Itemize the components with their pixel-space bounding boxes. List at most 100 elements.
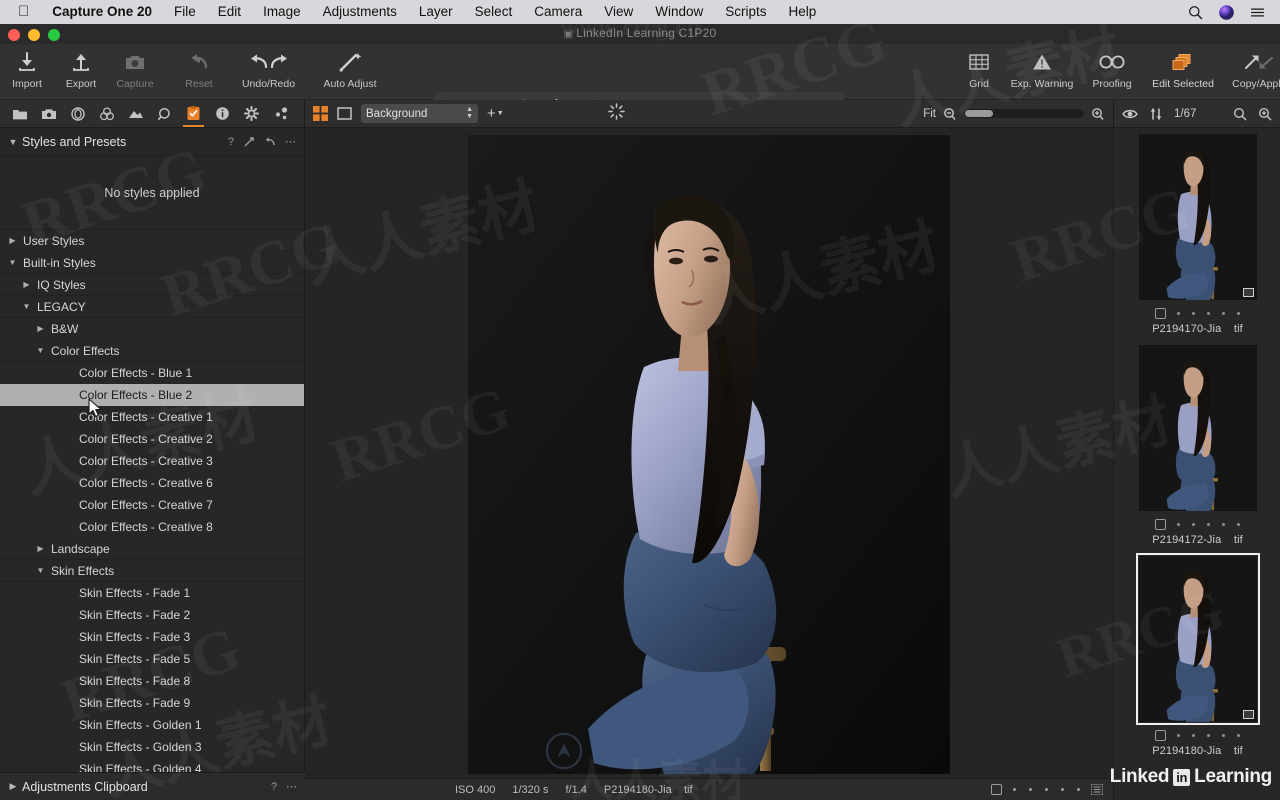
- chevron-right-icon[interactable]: ▶: [34, 544, 47, 553]
- chevron-right-icon[interactable]: ▶: [20, 280, 33, 289]
- chevron-down-icon[interactable]: ▼: [34, 566, 47, 575]
- multi-view-icon[interactable]: [313, 106, 328, 121]
- styles-tree-item[interactable]: Color Effects - Creative 1: [0, 406, 304, 428]
- menu-item-edit[interactable]: Edit: [207, 0, 252, 24]
- tab-output[interactable]: [267, 101, 294, 127]
- thumbnail-select-checkbox[interactable]: [1155, 308, 1166, 319]
- styles-tree-group[interactable]: ▼ Built-in Styles: [0, 252, 304, 274]
- adjustments-clipboard-panel[interactable]: ▶ Adjustments Clipboard ? ⋯: [0, 772, 305, 800]
- styles-tree-item[interactable]: Skin Effects - Fade 2: [0, 604, 304, 626]
- control-center-icon[interactable]: [1249, 4, 1266, 21]
- chevron-right-icon[interactable]: ▶: [34, 324, 47, 333]
- reset-button[interactable]: Reset: [172, 44, 226, 96]
- edit-selected-button[interactable]: Edit Selected: [1143, 44, 1223, 96]
- styles-tree-item[interactable]: Color Effects - Creative 8: [0, 516, 304, 538]
- thumbnail-image[interactable]: [1135, 553, 1260, 725]
- tab-styles-presets[interactable]: [180, 101, 207, 127]
- tab-exposure[interactable]: [122, 101, 149, 127]
- chevron-down-icon[interactable]: ▼: [20, 302, 33, 311]
- capture-button[interactable]: Capture: [108, 44, 162, 96]
- import-button[interactable]: Import: [0, 44, 54, 96]
- thumbnail-rating-dots[interactable]: [1177, 523, 1240, 526]
- stepper-arrows-icon[interactable]: ▲ ▼: [466, 106, 473, 120]
- thumbnail-item[interactable]: P2194170-Jia tif: [1114, 134, 1280, 345]
- image-canvas[interactable]: [305, 128, 1113, 778]
- minimize-window-button[interactable]: [28, 29, 40, 41]
- styles-tree-group[interactable]: ▶ Landscape: [0, 538, 304, 560]
- siri-icon[interactable]: [1218, 4, 1235, 21]
- close-window-button[interactable]: [8, 29, 20, 41]
- styles-tree-group[interactable]: ▼ LEGACY: [0, 296, 304, 318]
- menu-item-layer[interactable]: Layer: [408, 0, 464, 24]
- single-view-icon[interactable]: [337, 106, 352, 121]
- styles-tree-group[interactable]: ▶ IQ Styles: [0, 274, 304, 296]
- add-layer-button[interactable]: + ▼: [487, 105, 504, 122]
- zoom-thumbnail-icon[interactable]: [1258, 107, 1272, 121]
- help-question-icon[interactable]: ?: [271, 781, 277, 793]
- chevron-down-icon[interactable]: ▼: [6, 258, 19, 267]
- styles-tree-group[interactable]: ▼ Color Effects: [0, 340, 304, 362]
- eye-visibility-icon[interactable]: [1122, 108, 1138, 120]
- menu-item-image[interactable]: Image: [252, 0, 312, 24]
- undo-redo-button[interactable]: Undo/Redo: [226, 44, 311, 96]
- tab-library[interactable]: [6, 101, 33, 127]
- export-button[interactable]: Export: [54, 44, 108, 96]
- auto-adjust-button[interactable]: Auto Adjust: [311, 44, 389, 96]
- styles-tree-item[interactable]: Color Effects - Creative 7: [0, 494, 304, 516]
- thumbnail-select-checkbox[interactable]: [1155, 519, 1166, 530]
- styles-tree-item[interactable]: Color Effects - Creative 3: [0, 450, 304, 472]
- undo-tool-icon[interactable]: [264, 136, 276, 148]
- styles-tree-item[interactable]: Skin Effects - Fade 3: [0, 626, 304, 648]
- menu-item-select[interactable]: Select: [464, 0, 524, 24]
- grid-button[interactable]: Grid: [955, 44, 1003, 96]
- styles-tree-item[interactable]: Color Effects - Creative 6: [0, 472, 304, 494]
- chevron-right-icon[interactable]: ▶: [6, 781, 20, 792]
- search-icon[interactable]: [1233, 107, 1247, 121]
- styles-tree-item[interactable]: Skin Effects - Golden 3: [0, 736, 304, 758]
- tab-capture[interactable]: [35, 101, 62, 127]
- zoom-slider[interactable]: [964, 109, 1084, 118]
- menu-item-scripts[interactable]: Scripts: [714, 0, 777, 24]
- styles-tree-group[interactable]: ▼ Skin Effects: [0, 560, 304, 582]
- styles-tree-group[interactable]: ▶ B&W: [0, 318, 304, 340]
- preview-photo[interactable]: [468, 134, 950, 774]
- menu-item-file[interactable]: File: [163, 0, 207, 24]
- chevron-right-icon[interactable]: ▶: [6, 236, 19, 245]
- list-view-icon[interactable]: [1091, 784, 1103, 795]
- reset-tool-icon[interactable]: [243, 136, 255, 148]
- sort-order-icon[interactable]: [1149, 107, 1163, 121]
- thumbnail-rating-dots[interactable]: [1177, 312, 1240, 315]
- zoom-out-icon[interactable]: [943, 107, 957, 121]
- thumbnail-item[interactable]: P2194180-Jia tif: [1114, 553, 1280, 767]
- exposure-warning-button[interactable]: Exp. Warning: [1003, 44, 1081, 96]
- tab-details[interactable]: [151, 101, 178, 127]
- styles-tree-item[interactable]: Skin Effects - Fade 9: [0, 692, 304, 714]
- search-icon[interactable]: [1187, 4, 1204, 21]
- styles-tree-item[interactable]: Skin Effects - Fade 8: [0, 670, 304, 692]
- zoom-slider-thumb[interactable]: [965, 110, 993, 117]
- thumbnail-image[interactable]: [1138, 134, 1257, 300]
- thumbnail-image[interactable]: [1138, 345, 1257, 511]
- thumbnail-select-checkbox[interactable]: [1155, 730, 1166, 741]
- styles-tree-item[interactable]: Color Effects - Blue 2: [0, 384, 304, 406]
- apple-logo-icon[interactable]: : [8, 4, 41, 21]
- tab-adjustments[interactable]: [238, 101, 265, 127]
- menu-item-window[interactable]: Window: [644, 0, 714, 24]
- tab-lens[interactable]: [64, 101, 91, 127]
- styles-tree-group[interactable]: ▶ User Styles: [0, 230, 304, 252]
- menu-item-camera[interactable]: Camera: [523, 0, 593, 24]
- tab-metadata[interactable]: [209, 101, 236, 127]
- menu-item-adjustments[interactable]: Adjustments: [312, 0, 408, 24]
- styles-tree-item[interactable]: Skin Effects - Golden 1: [0, 714, 304, 736]
- thumbnail-rating-dots[interactable]: [1177, 734, 1240, 737]
- proofing-button[interactable]: Proofing: [1081, 44, 1143, 96]
- more-options-icon[interactable]: ⋯: [285, 135, 296, 148]
- styles-tree-item[interactable]: Skin Effects - Fade 5: [0, 648, 304, 670]
- chevron-down-icon[interactable]: ▼: [34, 346, 47, 355]
- copy-apply-button[interactable]: Copy/Apply: [1223, 44, 1280, 96]
- menu-item-capture-one-20[interactable]: Capture One 20: [41, 0, 163, 24]
- status-rating-dots[interactable]: [1013, 788, 1080, 791]
- zoom-in-icon[interactable]: [1091, 107, 1105, 121]
- menu-item-view[interactable]: View: [593, 0, 644, 24]
- styles-tree-item[interactable]: Color Effects - Creative 2: [0, 428, 304, 450]
